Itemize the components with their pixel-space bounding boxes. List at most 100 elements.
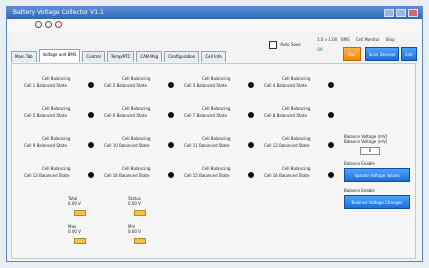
indicator-swatch [74,238,86,244]
cell-balance-item: Cell Balancing Cell 16 Balanced State [264,166,334,184]
refresh-icon[interactable] [45,21,52,28]
cell-balance-item: Cell Balancing Cell 12 Balanced State [264,136,334,154]
summary-value: 0.00 V [68,201,81,206]
balance-voltage-subtitle: Balance Voltage (mV) [344,139,388,144]
cell-balance-item: Cell Balancing Cell 3 Balanced State [184,76,254,94]
cell-state-label: Cell 7 Balanced State [184,113,227,118]
cell-state-label: Cell 1 Balanced State [24,83,67,88]
tab-bar: Main Tab Voltage and BMS Control Temp/RT… [11,49,226,62]
status-led [88,172,94,178]
cell-balance-item: Cell Balancing Cell 2 Balanced State [104,76,174,94]
cell-title: Cell Balancing [202,76,231,81]
tab-cell-info[interactable]: Cell Info [201,51,226,62]
checkbox-label: Auto Save [280,42,301,47]
label-b: Cell Monitor [355,37,380,42]
status-led [328,112,334,118]
cell-state-label: Cell 3 Balanced State [184,83,227,88]
cell-title: Cell Balancing [202,166,231,171]
record-icon[interactable] [35,21,42,28]
status-led [88,142,94,148]
cell-balance-item: Cell Balancing Cell 1 Balanced State [24,76,94,94]
cell-state-label: Cell 5 Balanced State [24,113,67,118]
summary-value: 0.00 V [128,229,141,234]
cell-balance-item: Cell Balancing Cell 6 Balanced State [104,106,174,124]
cell-state-label: Cell 10 Balanced State [104,143,150,148]
summary-total: Total 0.00 V [68,196,98,220]
tab-can-msg[interactable]: CAN Msg [136,51,163,62]
cell-state-label: Cell 6 Balanced State [104,113,147,118]
cell-state-label: Cell 16 Balanced State [264,173,310,178]
status-led [248,82,254,88]
status-led [248,172,254,178]
tab-configuration[interactable]: Configuration [164,51,200,62]
status-led [328,172,334,178]
cell-balance-item: Cell Balancing Cell 11 Balanced State [184,136,254,154]
status-led [328,82,334,88]
cell-balance-item: Cell Balancing Cell 14 Balanced State [104,166,174,184]
toolbar [7,19,422,31]
cell-title: Cell Balancing [42,166,71,171]
balance-enable-label-1: Balance Enable [344,161,375,166]
cell-state-label: Cell 15 Balanced State [184,173,230,178]
balance-voltage-changes-button[interactable]: Balance Voltage Changes [344,195,410,209]
indicator-swatch [74,210,86,216]
tab-main[interactable]: Main Tab [11,51,37,62]
update-voltage-button[interactable]: Update Voltage Values [344,168,410,182]
close-button[interactable] [408,9,418,17]
balance-voltage-input[interactable]: 0 [360,147,380,155]
cell-state-label: Cell 9 Balanced State [24,143,67,148]
cell-state-label: Cell 8 Balanced State [264,113,307,118]
tab-control[interactable]: Control [82,51,105,62]
status-led [248,142,254,148]
cell-title: Cell Balancing [202,136,231,141]
status-led [168,142,174,148]
cell-title: Cell Balancing [122,106,151,111]
summary-value: 0.00 V [68,229,81,234]
minimize-button[interactable] [384,9,394,17]
top-labels: BMS Cell Monitor Stop [341,37,395,42]
cell-title: Cell Balancing [122,136,151,141]
maximize-button[interactable] [396,9,406,17]
scan-devices-button[interactable]: Scan Devices [365,47,399,61]
status-led [168,172,174,178]
window-titlebar: Battery Voltage Collector V1.1 [7,7,422,19]
status-led [248,112,254,118]
status-led [88,82,94,88]
tab-voltage-bms[interactable]: Voltage and BMS [38,49,81,62]
cell-title: Cell Balancing [42,76,71,81]
indicator-swatch [134,210,146,216]
stop-icon[interactable] [55,21,62,28]
tab-temp-rtc[interactable]: Temp/RTC [106,51,135,62]
status-led [168,112,174,118]
cell-title: Cell Balancing [42,136,71,141]
version-label: 1.0 v 1.00 [317,37,338,42]
exit-button[interactable]: Exit [401,47,417,61]
cell-title: Cell Balancing [202,106,231,111]
balance-enable-label-2: Balance Enable [344,188,375,193]
cell-state-label: Cell 11 Balanced State [184,143,230,148]
cell-state-label: Cell 4 Balanced State [264,83,307,88]
checkbox[interactable] [269,41,277,49]
summary-min: Min 0.00 V [128,224,158,248]
balance-settings-panel: Balance Voltage (mV) Balance Voltage (mV… [344,134,416,209]
cell-balance-item: Cell Balancing Cell 5 Balanced State [24,106,94,124]
run-button[interactable]: Run [343,47,361,61]
auto-save-toggle[interactable]: Auto Save [269,41,301,49]
app-window: Battery Voltage Collector V1.1 Main Tab … [6,6,423,262]
label-a: BMS [341,37,350,42]
indicator-swatch [134,238,146,244]
cell-balance-item: Cell Balancing Cell 7 Balanced State [184,106,254,124]
main-panel: Cell Balancing Cell 1 Balanced State Cel… [11,63,416,259]
cell-balance-item: Cell Balancing Cell 10 Balanced State [104,136,174,154]
cell-title: Cell Balancing [282,166,311,171]
cell-state-label: Cell 12 Balanced State [264,143,310,148]
label-c: Stop [385,37,395,42]
status-led [328,142,334,148]
status-label: OK [317,47,323,52]
cell-balance-item: Cell Balancing Cell 15 Balanced State [184,166,254,184]
cell-title: Cell Balancing [42,106,71,111]
summary-status: Status 0.00 V [128,196,158,220]
cell-title: Cell Balancing [282,106,311,111]
window-controls [384,9,418,17]
top-controls: Auto Save 1.0 v 1.00 OK BMS Cell Monitor… [255,35,420,65]
